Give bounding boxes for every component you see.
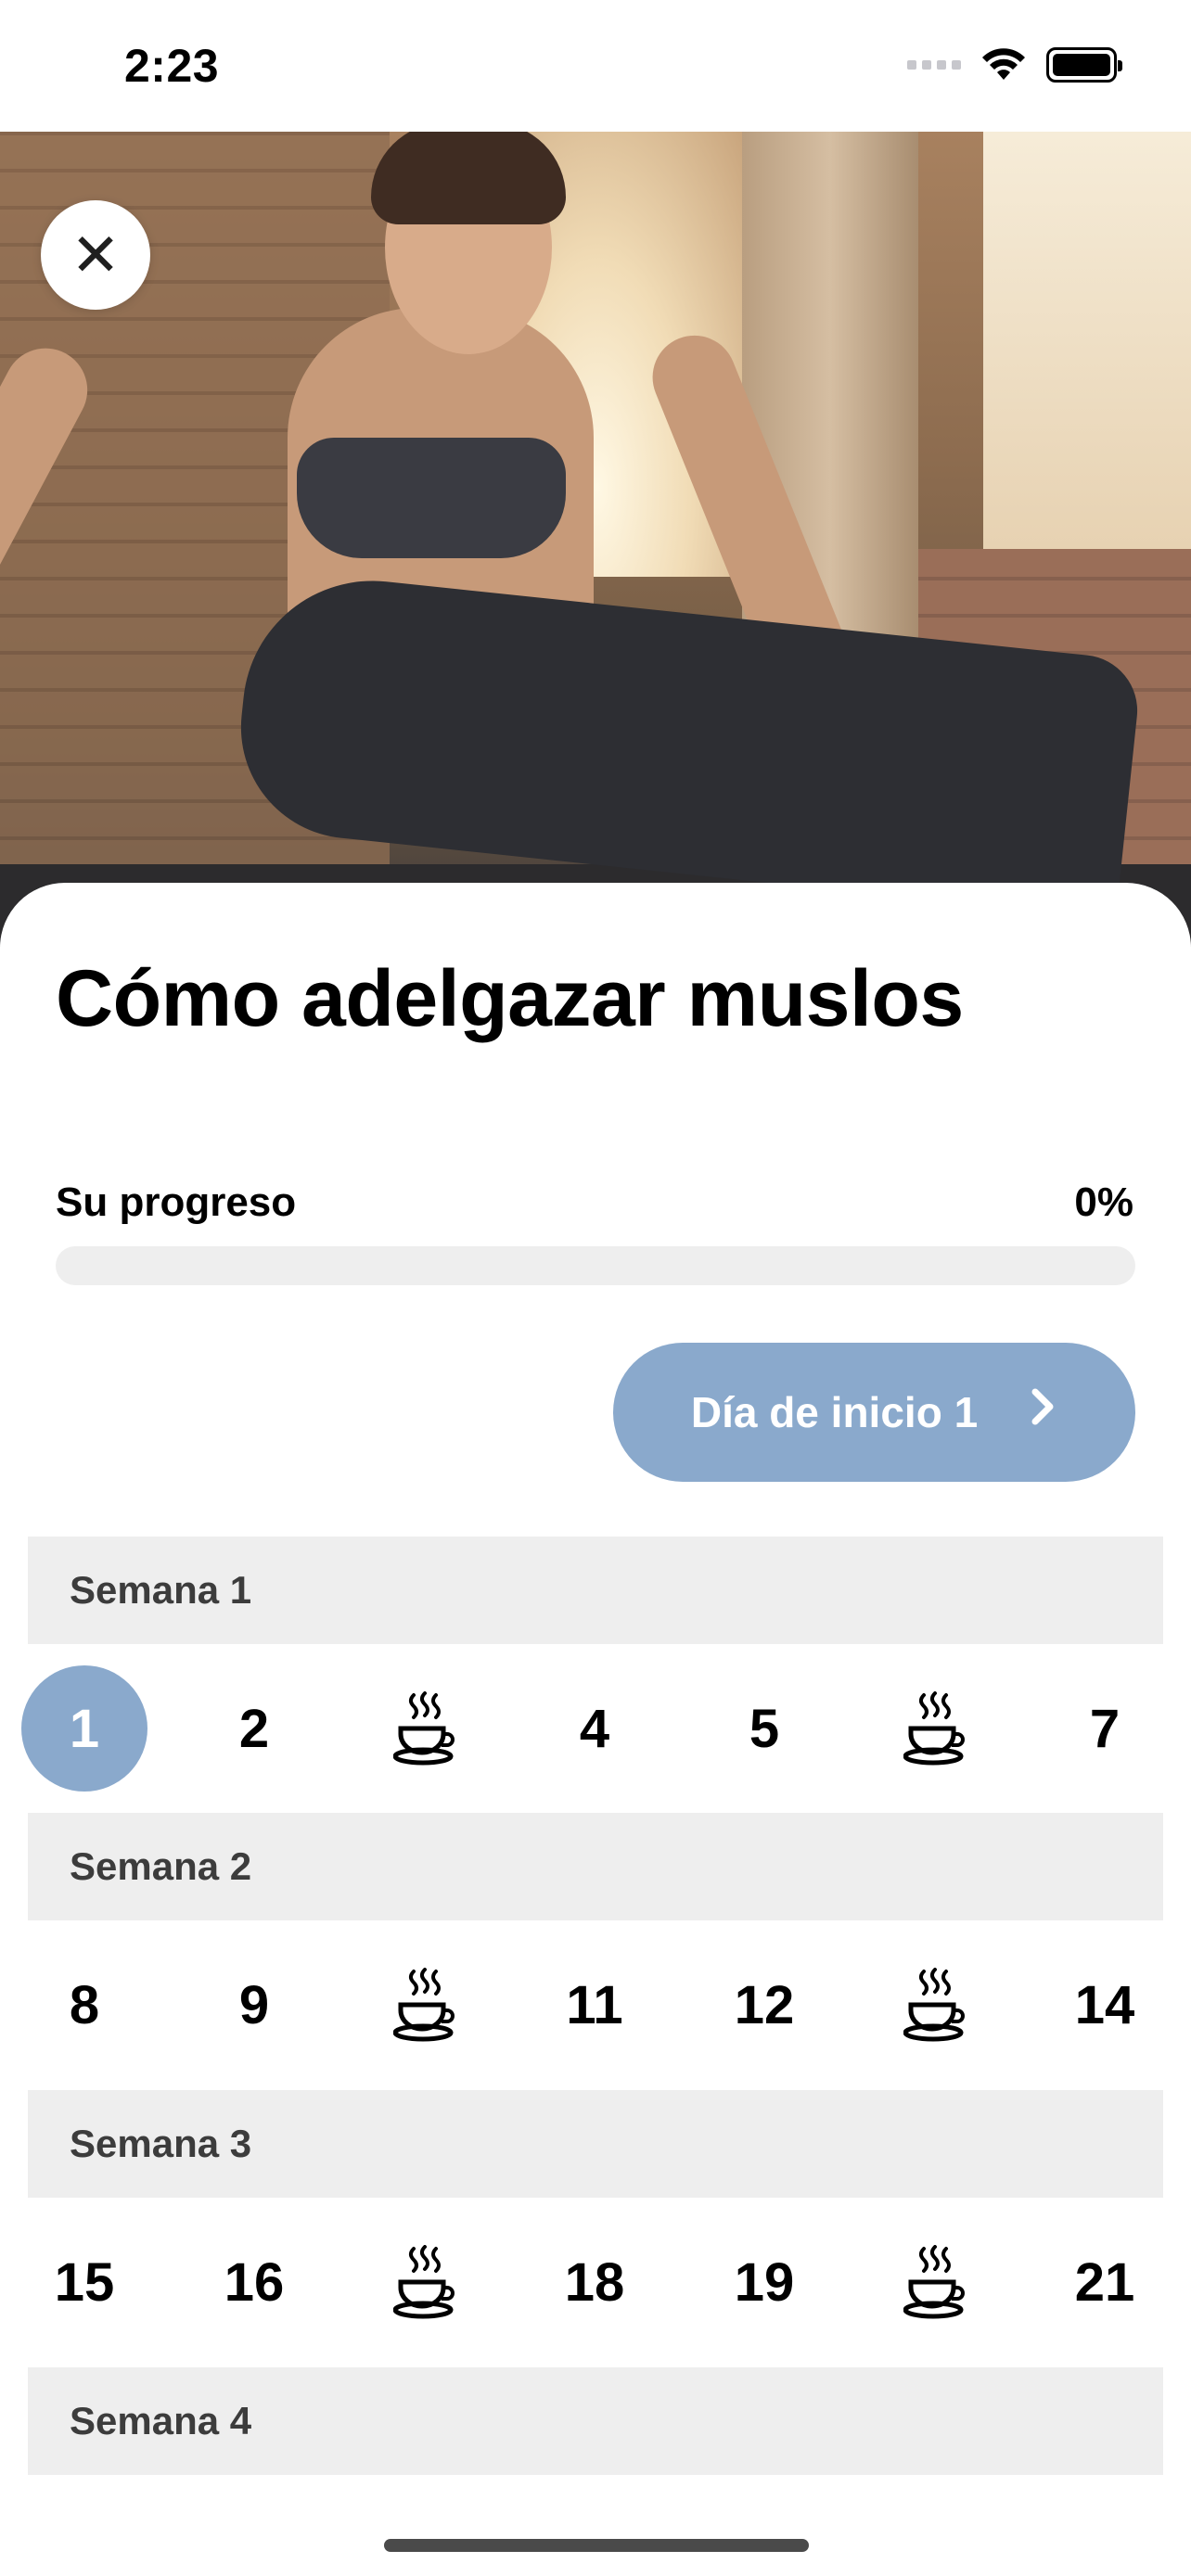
- week-header: Semana 4: [28, 2367, 1163, 2475]
- week-header: Semana 3: [28, 2090, 1163, 2198]
- rest-day-coffee-icon[interactable]: [872, 1942, 998, 2068]
- day-2[interactable]: 2: [191, 1665, 317, 1792]
- page-title: Cómo adelgazar muslos: [56, 954, 964, 1043]
- week-days-row: 15 16 18 19 21: [0, 2198, 1191, 2366]
- rest-day-coffee-icon[interactable]: [872, 1665, 998, 1792]
- day-15[interactable]: 15: [21, 2219, 147, 2345]
- day-1[interactable]: 1: [21, 1665, 147, 1792]
- program-sheet: Cómo adelgazar muslos Su progreso 0% Día…: [0, 883, 1191, 2576]
- close-button[interactable]: ✕: [41, 200, 150, 310]
- rest-day-coffee-icon[interactable]: [362, 1942, 488, 2068]
- day-19[interactable]: 19: [701, 2219, 827, 2345]
- rest-day-coffee-icon[interactable]: [362, 1665, 488, 1792]
- start-day-label: Día de inicio 1: [690, 1388, 979, 1436]
- day-12[interactable]: 12: [701, 1942, 827, 2068]
- rest-day-coffee-icon[interactable]: [362, 2219, 488, 2345]
- day-11[interactable]: 11: [531, 1942, 658, 2068]
- signal-icon: [907, 60, 961, 70]
- day-16[interactable]: 16: [191, 2219, 317, 2345]
- day-18[interactable]: 18: [531, 2219, 658, 2345]
- week-header: Semana 2: [28, 1813, 1163, 1920]
- week-days-row: 8 9 11 12 14: [0, 1920, 1191, 2089]
- week-label: Semana 2: [70, 1844, 252, 1888]
- week-label: Semana 1: [70, 1568, 252, 1612]
- progress-label: Su progreso: [56, 1180, 297, 1225]
- progress-bar: [56, 1246, 1135, 1285]
- day-7[interactable]: 7: [1042, 1665, 1168, 1792]
- progress-value: 0%: [1074, 1180, 1133, 1225]
- status-time: 2:23: [124, 40, 220, 92]
- day-14[interactable]: 14: [1042, 1942, 1168, 2068]
- week-label: Semana 3: [70, 2122, 252, 2165]
- day-5[interactable]: 5: [701, 1665, 827, 1792]
- start-day-button[interactable]: Día de inicio 1: [613, 1343, 1135, 1482]
- battery-icon: [1046, 47, 1122, 83]
- chevron-right-icon: [1030, 1386, 1057, 1438]
- day-21[interactable]: 21: [1042, 2219, 1168, 2345]
- week-days-row: 12 45 7: [0, 1644, 1191, 1813]
- week-header: Semana 1: [28, 1537, 1163, 1644]
- status-bar: 2:23: [0, 0, 1191, 132]
- rest-day-coffee-icon[interactable]: [872, 2219, 998, 2345]
- wifi-icon: [982, 48, 1025, 80]
- day-4[interactable]: 4: [531, 1665, 658, 1792]
- status-icons: [907, 46, 1122, 83]
- day-9[interactable]: 9: [191, 1942, 317, 2068]
- home-indicator: [384, 2539, 809, 2552]
- hero-image: [0, 132, 1191, 948]
- day-8[interactable]: 8: [21, 1942, 147, 2068]
- week-label: Semana 4: [70, 2399, 252, 2442]
- close-icon: ✕: [70, 222, 121, 288]
